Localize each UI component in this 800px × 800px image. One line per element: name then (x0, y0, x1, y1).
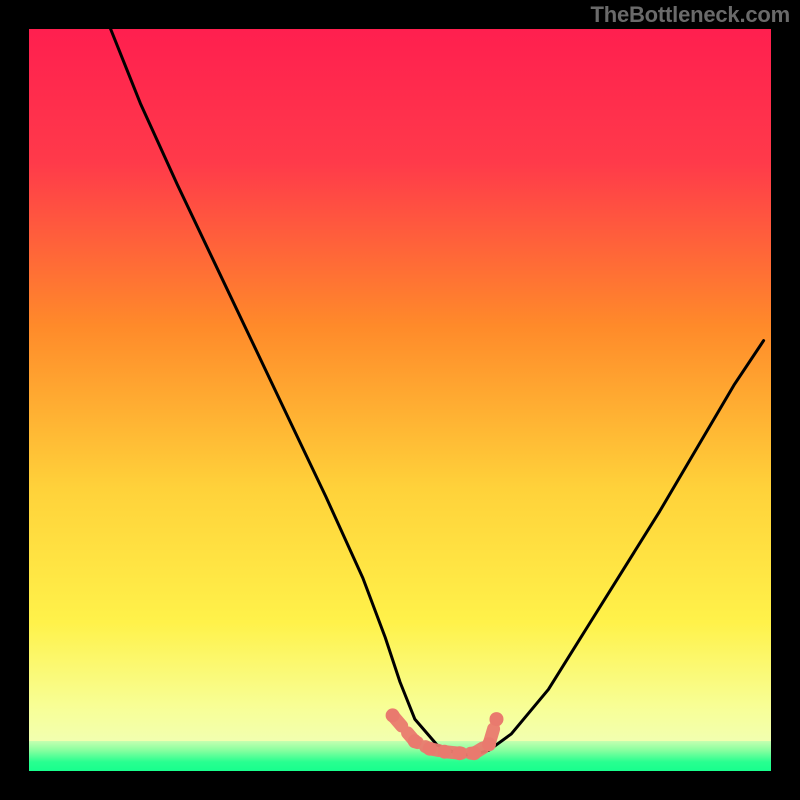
bottom-marker (438, 745, 452, 759)
bottleneck-chart (29, 29, 771, 771)
bottom-marker (452, 746, 466, 760)
chart-frame: TheBottleneck.com (0, 0, 800, 800)
gradient-background (29, 29, 771, 771)
watermark-text: TheBottleneck.com (590, 2, 790, 28)
bottom-marker (482, 737, 496, 751)
bottom-marker (386, 708, 400, 722)
bottom-marker (467, 746, 481, 760)
bottom-marker (423, 742, 437, 756)
bottom-band (29, 741, 771, 771)
bottom-marker (490, 712, 504, 726)
bottom-marker (408, 734, 422, 748)
